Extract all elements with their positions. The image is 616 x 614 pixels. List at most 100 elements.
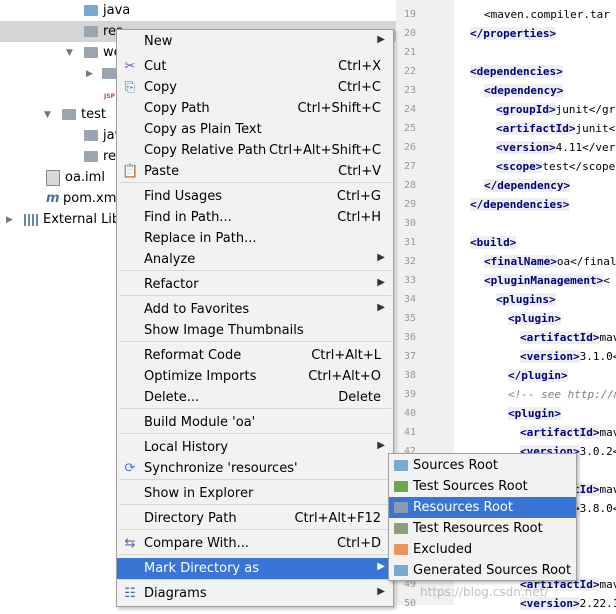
paste-icon: 📋 — [122, 164, 139, 179]
submenu-item-sources-root[interactable]: Sources Root — [389, 455, 576, 476]
menu-item-copy-path[interactable]: Copy Path Ctrl+Shift+C — [117, 98, 393, 119]
code-line[interactable]: 37 <version>3.1.0< — [396, 348, 616, 367]
menu-item-refactor[interactable]: Refactor ▶ — [117, 274, 393, 295]
chevron-down-icon[interactable]: ▼ — [44, 110, 54, 120]
menu-item-show-in-explorer[interactable]: Show in Explorer — [117, 483, 393, 504]
code-line[interactable]: 31 <build> — [396, 234, 616, 253]
menu-item-copy-relative-path[interactable]: Copy Relative Path Ctrl+Alt+Shift+C — [117, 140, 393, 161]
code-line[interactable]: 30 — [396, 215, 616, 234]
diagrams-icon: ☷ — [124, 586, 136, 601]
code-line[interactable]: 22 <dependencies> — [396, 63, 616, 82]
copy-icon: ⎘ — [124, 80, 136, 95]
menu-separator — [119, 182, 391, 183]
submenu-item-label: Test Sources Root — [413, 479, 528, 494]
menu-item-synchronize-resources[interactable]: ⟳ Synchronize 'resources' — [117, 458, 393, 479]
menu-item-directory-path[interactable]: Directory Path Ctrl+Alt+F12 — [117, 508, 393, 529]
menu-item-label: Optimize Imports — [144, 369, 257, 384]
code-text: <dependencies> — [470, 65, 563, 78]
menu-item-label: Find Usages — [144, 189, 223, 204]
menu-item-optimize-imports[interactable]: Optimize Imports Ctrl+Alt+O — [117, 366, 393, 387]
line-number: 25 — [403, 123, 416, 134]
menu-item-label: Paste — [144, 164, 180, 179]
menu-item-label: Copy Path — [144, 101, 210, 116]
code-text: <groupId>junit</gr — [496, 103, 616, 116]
code-line[interactable]: 27 <scope>test</scope — [396, 158, 616, 177]
submenu-item-test-sources-root[interactable]: Test Sources Root — [389, 476, 576, 497]
menu-item-reformat-code[interactable]: Reformat Code Ctrl+Alt+L — [117, 345, 393, 366]
code-line[interactable]: 38 </plugin> — [396, 367, 616, 386]
menu-item-new[interactable]: New ▶ — [117, 31, 393, 52]
line-number: 27 — [403, 161, 416, 172]
submenu-item-resources-root[interactable]: Resources Root — [389, 497, 576, 518]
code-line[interactable]: 29 </dependencies> — [396, 196, 616, 215]
code-line[interactable]: 36 <artifactId>mav — [396, 329, 616, 348]
menu-item-label: Mark Directory as — [144, 561, 259, 576]
folder-icon — [394, 523, 408, 534]
code-text: <plugins> — [496, 293, 556, 306]
line-number: 22 — [403, 66, 416, 77]
code-line[interactable]: 33 <pluginManagement>< — [396, 272, 616, 291]
menu-item-local-history[interactable]: Local History ▶ — [117, 437, 393, 458]
code-line[interactable]: 32 <finalName>oa</final — [396, 253, 616, 272]
menu-item-diagrams[interactable]: ☷ Diagrams ▶ — [117, 583, 393, 604]
code-line[interactable]: 28 </dependency> — [396, 177, 616, 196]
menu-item-paste[interactable]: 📋 Paste Ctrl+V — [117, 161, 393, 182]
chevron-down-icon[interactable]: ▼ — [66, 48, 76, 58]
menu-item-build-module-oa[interactable]: Build Module 'oa' — [117, 412, 393, 433]
menu-item-delete[interactable]: Delete... Delete — [117, 387, 393, 408]
menu-separator — [119, 554, 391, 555]
code-line[interactable]: 25 <artifactId>junit< — [396, 120, 616, 139]
submenu-item-generated-sources-root[interactable]: Generated Sources Root — [389, 560, 576, 581]
menu-item-shortcut: Delete — [338, 390, 381, 405]
code-line[interactable]: 34 <plugins> — [396, 291, 616, 310]
source-folder-icon — [84, 5, 98, 16]
submenu-arrow-icon: ▶ — [377, 586, 385, 597]
line-number: 31 — [403, 237, 416, 248]
menu-separator — [119, 579, 391, 580]
menu-item-shortcut: Ctrl+C — [337, 80, 381, 95]
submenu-item-test-resources-root[interactable]: Test Resources Root — [389, 518, 576, 539]
code-text: <maven.compiler.tar — [484, 8, 610, 21]
menu-item-copy[interactable]: ⎘ Copy Ctrl+C — [117, 77, 393, 98]
watermark: https://blog.csdn.net/ — [420, 585, 549, 599]
menu-item-shortcut: Ctrl+X — [338, 59, 381, 74]
code-line[interactable]: 26 <version>4.11</ver — [396, 139, 616, 158]
code-line[interactable]: 39 <!-- see http://ma — [396, 386, 616, 405]
line-number: 32 — [403, 256, 416, 267]
submenu-item-label: Sources Root — [413, 458, 499, 473]
line-number: 36 — [403, 332, 416, 343]
chevron-right-icon[interactable]: ▶ — [86, 69, 96, 79]
menu-item-show-image-thumbnails[interactable]: Show Image Thumbnails — [117, 320, 393, 341]
line-number: 39 — [403, 389, 416, 400]
submenu-item-excluded[interactable]: Excluded — [389, 539, 576, 560]
code-line[interactable]: 21 — [396, 44, 616, 63]
menu-separator — [119, 341, 391, 342]
code-line[interactable]: 41 <artifactId>mav — [396, 424, 616, 443]
menu-item-add-to-favorites[interactable]: Add to Favorites ▶ — [117, 299, 393, 320]
menu-item-label: Reformat Code — [144, 348, 242, 363]
menu-item-find-in-path[interactable]: Find in Path... Ctrl+H — [117, 207, 393, 228]
submenu-item-label: Test Resources Root — [413, 521, 543, 536]
line-number: 28 — [403, 180, 416, 191]
menu-item-label: Add to Favorites — [144, 302, 250, 317]
code-line[interactable]: 24 <groupId>junit</gr — [396, 101, 616, 120]
menu-item-find-usages[interactable]: Find Usages Ctrl+G — [117, 186, 393, 207]
code-line[interactable]: 40 <plugin> — [396, 405, 616, 424]
menu-item-replace-in-path[interactable]: Replace in Path... — [117, 228, 393, 249]
menu-item-label: Replace in Path... — [144, 231, 257, 246]
menu-item-copy-as-plain-text[interactable]: Copy as Plain Text — [117, 119, 393, 140]
chevron-right-icon[interactable]: ▶ — [6, 215, 16, 225]
code-line[interactable]: 23 <dependency> — [396, 82, 616, 101]
code-line[interactable]: 19 <maven.compiler.tar — [396, 6, 616, 25]
menu-item-mark-directory-as[interactable]: Mark Directory as ▶ — [117, 558, 393, 579]
tree-item-java[interactable]: java — [0, 0, 396, 21]
menu-item-compare-with[interactable]: ⇆ Compare With... Ctrl+D — [117, 533, 393, 554]
menu-separator — [119, 408, 391, 409]
submenu-arrow-icon: ▶ — [377, 302, 385, 313]
menu-item-analyze[interactable]: Analyze ▶ — [117, 249, 393, 270]
code-line[interactable]: 20 </properties> — [396, 25, 616, 44]
menu-item-cut[interactable]: ✂ Cut Ctrl+X — [117, 56, 393, 77]
line-number: 50 — [403, 598, 416, 609]
code-text: </properties> — [470, 27, 557, 40]
code-line[interactable]: 35 <plugin> — [396, 310, 616, 329]
